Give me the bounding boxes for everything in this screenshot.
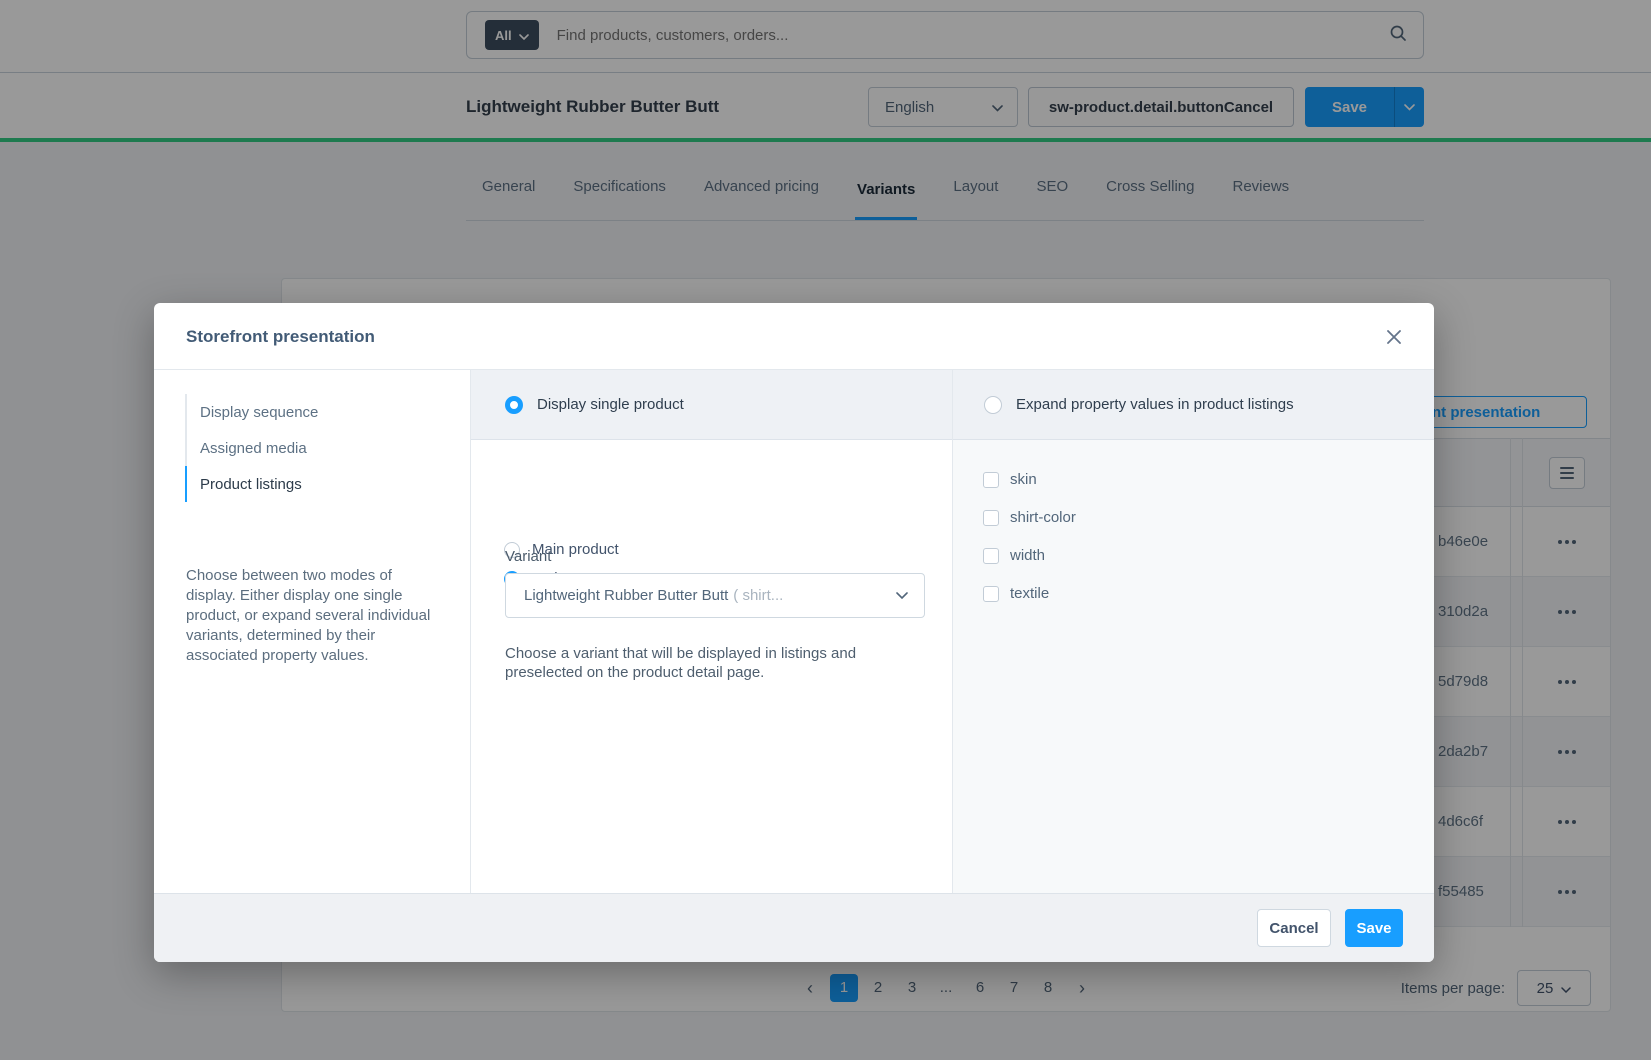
modal-header: Storefront presentation [154, 303, 1434, 370]
expand-property-values-label: Expand property values in product listin… [1016, 396, 1294, 413]
property-shirt-color-checkbox[interactable] [983, 510, 999, 526]
property-skin-label: skin [1010, 471, 1037, 488]
modal-footer: Cancel Save [154, 893, 1434, 962]
property-textile-label: textile [1010, 585, 1049, 602]
variant-select-value: Lightweight Rubber Butter Butt [524, 587, 728, 604]
modal-cancel-button[interactable]: Cancel [1257, 909, 1331, 947]
modal-nav-column: Display sequence Assigned media Product … [154, 370, 471, 893]
nav-item-product-listings[interactable]: Product listings [185, 466, 318, 502]
nav-item-display-sequence[interactable]: Display sequence [185, 394, 318, 430]
modal-description: Choose between two modes of display. Eit… [186, 566, 438, 666]
close-icon[interactable] [1382, 325, 1406, 349]
modal-nav: Display sequence Assigned media Product … [185, 394, 318, 502]
property-option: textile [983, 585, 1049, 602]
property-shirt-color-label: shirt-color [1010, 509, 1076, 526]
nav-item-assigned-media[interactable]: Assigned media [185, 430, 318, 466]
property-width-checkbox[interactable] [983, 548, 999, 564]
property-width-label: width [1010, 547, 1045, 564]
variant-helper-text: Choose a variant that will be displayed … [505, 644, 905, 682]
property-textile-checkbox[interactable] [983, 586, 999, 602]
single-product-column: Display single product Main product Vari… [471, 370, 953, 893]
expand-properties-header: Expand property values in product listin… [953, 370, 1434, 440]
modal-body: Display sequence Assigned media Product … [154, 370, 1434, 893]
storefront-presentation-modal: Storefront presentation Display sequence… [154, 303, 1434, 962]
variant-field-label: Variant [505, 548, 551, 565]
modal-save-button[interactable]: Save [1345, 909, 1403, 947]
variant-select-hint: ( shirt... [733, 587, 783, 604]
modal-title: Storefront presentation [186, 327, 375, 347]
property-option: skin [983, 471, 1037, 488]
chevron-down-icon [896, 587, 908, 605]
property-option: width [983, 547, 1045, 564]
property-option: shirt-color [983, 509, 1076, 526]
expand-property-values-radio[interactable] [984, 396, 1002, 414]
variant-select[interactable]: Lightweight Rubber Butter Butt ( shirt..… [505, 573, 925, 618]
display-single-product-radio[interactable] [505, 396, 523, 414]
expand-properties-column: Expand property values in product listin… [953, 370, 1434, 893]
property-skin-checkbox[interactable] [983, 472, 999, 488]
display-single-product-label: Display single product [537, 396, 684, 413]
single-product-header: Display single product [471, 370, 952, 440]
